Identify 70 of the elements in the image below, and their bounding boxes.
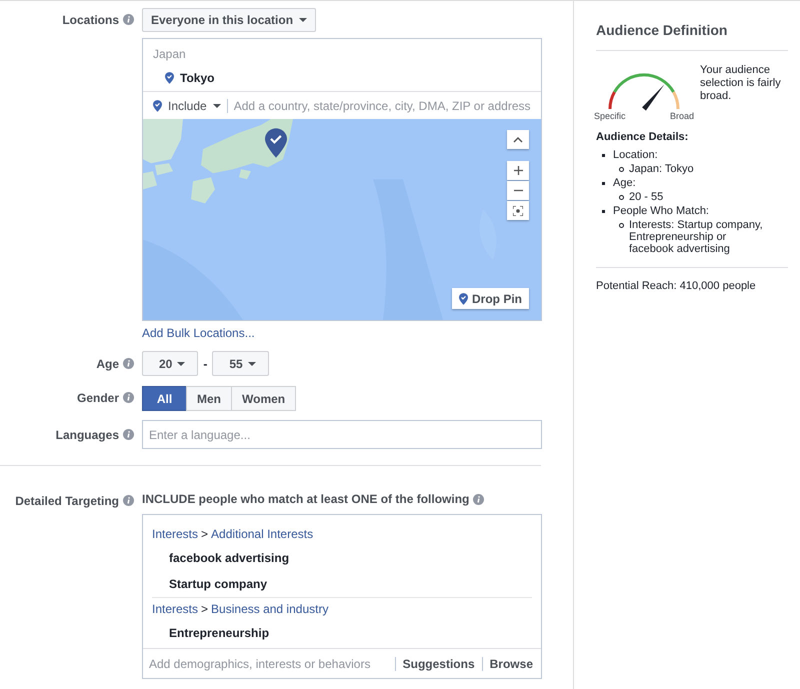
location-search-field[interactable]: Add a country, state/province, city, DMA, ZIP or address [234, 98, 531, 112]
breadcrumb-separator: > [201, 602, 208, 616]
gauge-max-label: Broad [670, 111, 694, 121]
drop-pin-button[interactable]: Drop Pin [452, 288, 529, 309]
bullet-icon [602, 154, 605, 156]
targeting-item: Startup company [168, 576, 268, 593]
location-type-dropdown[interactable]: Everyone in this location [142, 8, 316, 32]
field-label: Languages [56, 428, 119, 442]
category-link[interactable]: Interests [152, 602, 198, 616]
selected-location: Tokyo [180, 71, 214, 85]
info-icon[interactable] [123, 14, 134, 25]
chevron-up-icon [513, 136, 523, 142]
pin-icon [153, 100, 162, 112]
targeting-action-link[interactable]: Browse [490, 656, 533, 670]
gender-option[interactable]: Men [186, 386, 232, 411]
map-pin-icon [265, 128, 287, 158]
zoom-in-button[interactable] [507, 161, 529, 180]
zoom-out-button[interactable] [507, 181, 529, 200]
field-label: Age [96, 357, 119, 371]
bullet-icon [602, 210, 605, 212]
detail-label: Age: [613, 177, 636, 189]
age-min-dropdown[interactable]: 20 [142, 351, 198, 376]
bullet-icon [602, 182, 605, 184]
bullet-icon [619, 167, 624, 172]
caret-icon [299, 18, 308, 22]
info-icon[interactable] [123, 495, 134, 506]
info-icon[interactable] [123, 358, 134, 369]
category-link[interactable]: Additional Interests [211, 527, 314, 541]
detail-label: Location: [613, 149, 658, 161]
category-link[interactable]: Interests [152, 527, 198, 541]
potential-reach: Potential Reach: 410,000 people [596, 280, 757, 292]
field-label: Locations [62, 13, 119, 27]
plus-icon [514, 166, 522, 175]
add-bulk-locations-link[interactable]: Add Bulk Locations... [142, 326, 255, 340]
age-max-dropdown[interactable]: 55 [212, 351, 269, 376]
detail-value: 20 - 55 [629, 191, 664, 203]
detail-value: Japan: Tokyo [629, 163, 695, 175]
targeting-action-link[interactable]: Suggestions [402, 656, 475, 670]
caret-icon [248, 362, 256, 366]
info-icon[interactable] [473, 494, 484, 505]
panel-title: Audience Definition [596, 22, 728, 38]
detail-label: People Who Match: [613, 205, 709, 217]
recenter-icon [513, 206, 523, 216]
breadcrumb-separator: > [201, 527, 208, 541]
country-label: Japan [153, 47, 187, 61]
targeting-heading: INCLUDE people who match at least ONE of the following [142, 492, 470, 506]
targeting-item: facebook advertising [168, 550, 290, 567]
gender-option[interactable]: Women [231, 386, 296, 411]
recenter-button[interactable] [507, 201, 529, 220]
bullet-icon [619, 195, 624, 200]
gauge-min-label: Specific [594, 111, 626, 121]
gender-option[interactable]: All [142, 386, 187, 411]
pin-icon [165, 72, 174, 84]
field-label: Detailed Targeting [15, 494, 119, 508]
age-separator: - [203, 356, 208, 370]
audience-summary: Your audience selection is fairly broad. [700, 64, 782, 104]
pin-icon [459, 292, 468, 304]
collapse-map-button[interactable] [507, 130, 529, 149]
field-label: Gender [76, 391, 119, 405]
info-icon[interactable] [123, 429, 134, 440]
caret-icon [177, 362, 186, 366]
bullet-icon [619, 223, 624, 228]
include-dropdown[interactable]: Include [153, 98, 221, 112]
info-icon[interactable] [123, 392, 134, 403]
category-link[interactable]: Business and industry [211, 602, 328, 616]
caret-icon [212, 104, 221, 108]
language-field[interactable]: Enter a language... [142, 420, 542, 449]
detail-value: Interests: Startup company, Entrepreneurship or facebook advertising [629, 219, 764, 255]
details-title: Audience Details: [596, 131, 690, 143]
targeting-item: Entrepreneurship [168, 625, 270, 642]
